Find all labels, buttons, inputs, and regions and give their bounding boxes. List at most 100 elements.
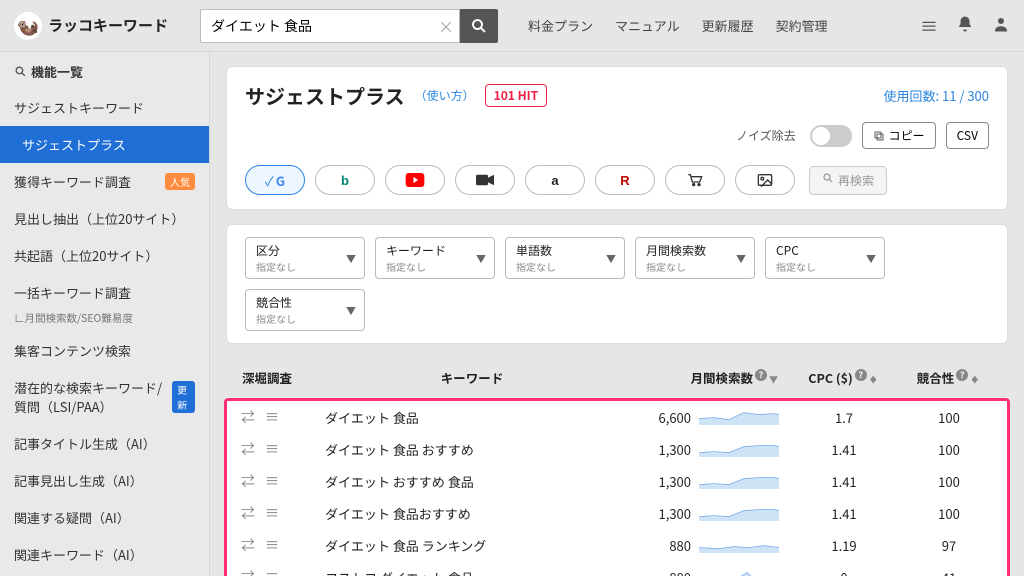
filter-value: 指定なし xyxy=(386,259,486,274)
source-amazon[interactable]: a xyxy=(525,165,585,195)
filter-select[interactable]: 区分指定なし▼ xyxy=(245,237,365,279)
table-row: ⇄≡ダイエット おすすめ 食品1,3001.41100 xyxy=(227,465,1007,497)
user-icon[interactable] xyxy=(992,13,1010,39)
cell-keyword[interactable]: ダイエット 食品 おすすめ xyxy=(325,440,619,459)
nav-contract[interactable]: 契約管理 xyxy=(776,16,828,35)
col-dig-header[interactable]: 深堀調査 xyxy=(236,368,326,387)
source-bing[interactable]: b xyxy=(315,165,375,195)
source-video[interactable] xyxy=(455,165,515,195)
col-keyword-header[interactable]: キーワード xyxy=(326,368,618,387)
dig-icon[interactable]: ⇄ xyxy=(241,471,255,491)
sidebar-item[interactable]: サジェストプラス xyxy=(0,126,209,163)
col-cpc-header[interactable]: CPC ($)?♦ xyxy=(788,368,898,387)
chevron-down-icon: ▼ xyxy=(346,303,356,318)
sidebar: 機能一覧 サジェストキーワードサジェストプラス獲得キーワード調査人気見出し抽出（… xyxy=(0,52,210,576)
bell-icon[interactable] xyxy=(956,13,974,39)
col-comp-header[interactable]: 競合性?♦ xyxy=(898,368,998,387)
sidebar-item[interactable]: 見出し抽出（上位20サイト） xyxy=(0,200,209,237)
otter-icon: 🦦 xyxy=(14,12,42,40)
filter-value: 指定なし xyxy=(646,259,746,274)
cell-keyword[interactable]: ダイエット おすすめ 食品 xyxy=(325,472,619,491)
research-button[interactable]: 再検索 xyxy=(809,166,887,195)
sidebar-item[interactable]: 共起語（上位20サイト） xyxy=(0,237,209,274)
sidebar-item-label: 一括キーワード調査 xyxy=(14,283,131,302)
source-youtube[interactable] xyxy=(385,165,445,195)
table-row: ⇄≡ダイエット 食品 おすすめ1,3001.41100 xyxy=(227,433,1007,465)
sparkline xyxy=(699,441,779,457)
clear-icon[interactable]: × xyxy=(438,14,458,38)
cell-volume: 1,300 xyxy=(635,504,691,523)
filter-value: 指定なし xyxy=(516,259,616,274)
sidebar-item[interactable]: 集客コンテンツ検索 xyxy=(0,332,209,369)
sidebar-item[interactable]: 関連する疑問（AI） xyxy=(0,499,209,536)
help-icon[interactable]: ? xyxy=(956,369,968,381)
cell-cpc: 1.19 xyxy=(789,536,899,555)
copy-button[interactable]: コピー xyxy=(862,122,936,149)
menu-icon[interactable]: ≡ xyxy=(265,407,279,427)
sidebar-item[interactable]: サジェストキーワード xyxy=(0,89,209,126)
source-row: ✓G b a R 再検索 xyxy=(227,159,1007,209)
filter-select[interactable]: CPC指定なし▼ xyxy=(765,237,885,279)
filter-select[interactable]: キーワード指定なし▼ xyxy=(375,237,495,279)
sidebar-item[interactable]: 獲得キーワード調査 人気 xyxy=(0,163,209,200)
menu-icon[interactable]: ≡ xyxy=(265,439,279,459)
filter-label: 競合性 xyxy=(256,294,356,311)
col-volume-header[interactable]: 月間検索数?▼ xyxy=(618,368,788,387)
help-icon[interactable]: ? xyxy=(855,369,867,381)
cell-keyword[interactable]: ダイエット 食品 xyxy=(325,408,619,427)
menu-icon[interactable]: ≡ xyxy=(265,567,279,576)
menu-icon[interactable]: ≡ xyxy=(265,503,279,523)
image-icon xyxy=(757,173,773,187)
sidebar-item[interactable]: 潜在的な検索キーワード/質問（LSI/PAA）更新 xyxy=(0,369,209,425)
sidebar-item[interactable]: 記事見出し生成（AI） xyxy=(0,462,209,499)
usage-link[interactable]: （使い方） xyxy=(415,87,475,104)
cell-volume: 6,600 xyxy=(635,408,691,427)
dig-icon[interactable]: ⇄ xyxy=(241,535,255,555)
dig-icon[interactable]: ⇄ xyxy=(241,439,255,459)
sidebar-item-label: サジェストキーワード xyxy=(14,98,144,117)
filter-select[interactable]: 競合性指定なし▼ xyxy=(245,289,365,331)
nav-manual[interactable]: マニュアル xyxy=(615,16,680,35)
sidebar-item-label: 記事タイトル生成（AI） xyxy=(14,434,156,453)
source-google[interactable]: ✓G xyxy=(245,165,305,195)
filter-select[interactable]: 月間検索数指定なし▼ xyxy=(635,237,755,279)
sidebar-item-label: 共起語（上位20サイト） xyxy=(14,246,158,265)
nav-changelog[interactable]: 更新履歴 xyxy=(702,16,754,35)
table-row: ⇄≡ダイエット 食品おすすめ1,3001.41100 xyxy=(227,497,1007,529)
copy-icon xyxy=(873,130,885,142)
dig-icon[interactable]: ⇄ xyxy=(241,567,255,576)
badge: 人気 xyxy=(165,173,195,190)
source-shopping[interactable] xyxy=(665,165,725,195)
dig-icon[interactable]: ⇄ xyxy=(241,407,255,427)
brand-name: ラッコキーワード xyxy=(48,15,168,36)
source-rakuten[interactable]: R xyxy=(595,165,655,195)
cell-keyword[interactable]: ダイエット 食品おすすめ xyxy=(325,504,619,523)
dig-icon[interactable]: ⇄ xyxy=(241,503,255,523)
csv-button[interactable]: CSV xyxy=(946,122,989,149)
menu-icon[interactable]: ≡ xyxy=(265,535,279,555)
nav-pricing[interactable]: 料金プラン xyxy=(528,16,593,35)
brand-logo[interactable]: 🦦 ラッコキーワード xyxy=(14,12,168,40)
menu-icon[interactable]: ≡ xyxy=(920,13,938,39)
cell-volume: 1,300 xyxy=(635,472,691,491)
filter-select[interactable]: 単語数指定なし▼ xyxy=(505,237,625,279)
cell-keyword[interactable]: コストコ ダイエット 食品 xyxy=(325,568,619,576)
filter-value: 指定なし xyxy=(256,259,356,274)
cell-keyword[interactable]: ダイエット 食品 ランキング xyxy=(325,536,619,555)
table-row: ⇄≡ダイエット 食品6,6001.7100 xyxy=(227,401,1007,433)
search-input[interactable] xyxy=(200,9,460,43)
sidebar-item[interactable]: 関連キーワード（AI） xyxy=(0,536,209,573)
noise-toggle[interactable] xyxy=(810,125,852,147)
source-image[interactable] xyxy=(735,165,795,195)
help-icon[interactable]: ? xyxy=(755,369,767,381)
menu-icon[interactable]: ≡ xyxy=(265,471,279,491)
sidebar-item[interactable]: 一括キーワード調査 xyxy=(0,274,209,311)
sidebar-item[interactable]: 記事タイトル生成（AI） xyxy=(0,425,209,462)
search-button[interactable] xyxy=(460,9,498,43)
sparkline xyxy=(699,505,779,521)
sidebar-item-label: 獲得キーワード調査 xyxy=(14,172,131,191)
results-area: 深堀調査 キーワード 月間検索数?▼ CPC ($)?♦ 競合性?♦ ⇄ ≡ ダイエ… xyxy=(210,358,1024,576)
search-icon xyxy=(470,17,488,35)
filter-label: 区分 xyxy=(256,242,356,259)
sparkline xyxy=(699,409,779,425)
